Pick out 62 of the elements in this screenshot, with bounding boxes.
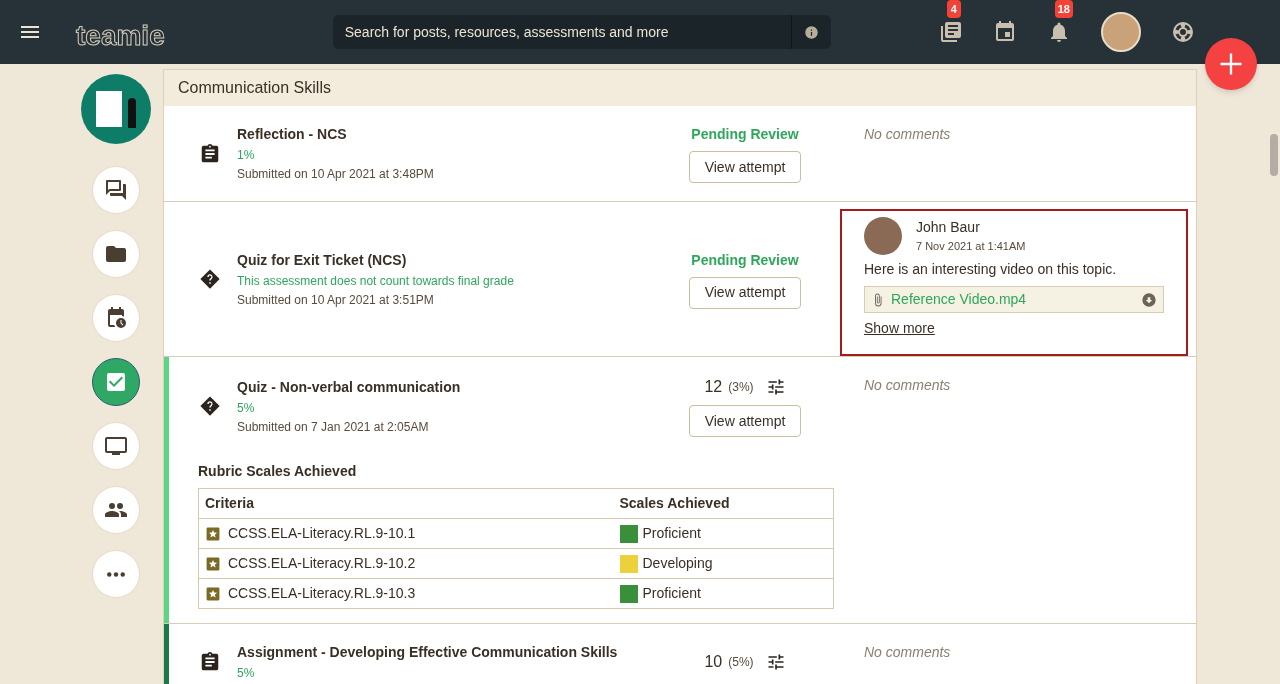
- score-percent: (3%): [728, 379, 754, 396]
- lifebuoy-icon: [1170, 20, 1195, 44]
- no-comments: No comments: [864, 644, 951, 660]
- section-title: Communication Skills: [178, 78, 331, 98]
- commenter-avatar: [864, 217, 902, 255]
- scale-level: Developing: [642, 554, 713, 573]
- no-comments: No comments: [864, 377, 951, 393]
- criterion: CCSS.ELA-Literacy.RL.9-10.3: [228, 584, 416, 603]
- clipboard-icon: [199, 651, 221, 673]
- info-button[interactable]: [790, 15, 831, 49]
- comment-text: Here is an interesting video on this topic.: [864, 260, 1118, 279]
- download-icon: [1141, 291, 1157, 308]
- scale-level: Proficient: [642, 524, 701, 543]
- question-diamond-icon: [199, 268, 221, 290]
- star-icon: [206, 556, 220, 571]
- question-diamond-icon: [199, 395, 221, 417]
- more-icon: [106, 571, 125, 577]
- score: 12: [704, 377, 723, 397]
- assessment-title[interactable]: Quiz for Exit Ticket (NCS): [237, 249, 689, 271]
- info-icon: [803, 24, 819, 40]
- review-status: Pending Review: [691, 250, 799, 270]
- assessment-title[interactable]: Quiz - Non-verbal communication: [237, 376, 689, 398]
- star-icon: [206, 586, 220, 601]
- column-header: Criteria: [198, 488, 620, 519]
- rubric-title: Rubric Scales Achieved: [198, 462, 358, 481]
- assessment-title[interactable]: Assignment - Developing Effective Communication Skills: [237, 642, 689, 663]
- grade-note: This assessment does not count towards final grade: [237, 272, 515, 290]
- no-comments: No comments: [864, 126, 951, 142]
- count-badge: 4: [946, 0, 961, 18]
- comment-author[interactable]: John Baur: [916, 217, 1026, 238]
- user-avatar[interactable]: [1100, 12, 1141, 52]
- view-attempt-button[interactable]: View attempt: [689, 405, 801, 437]
- help-button[interactable]: [1170, 20, 1195, 44]
- count-badge: 18: [1054, 0, 1073, 18]
- newsfeed-icon: [938, 20, 963, 44]
- scale-level: Proficient: [642, 584, 701, 603]
- comment-time: 7 Nov 2021 at 1:41AM: [916, 239, 1026, 254]
- monitor-icon: [103, 434, 128, 458]
- scrollbar-thumb: [1270, 134, 1278, 176]
- search-field[interactable]: Search for posts, resources, assessments and more: [332, 15, 791, 49]
- criterion: CCSS.ELA-Literacy.RL.9-10.1: [228, 524, 416, 543]
- grade-note: 5%: [237, 399, 256, 417]
- submitted-date: Submitted on 10 Apr 2021 at 3:48PM: [237, 166, 435, 183]
- add-button[interactable]: [1205, 38, 1257, 90]
- assessment-title[interactable]: Reflection - NCS: [237, 124, 689, 145]
- score-percent: (5%): [728, 654, 754, 671]
- column-header: Scales Achieved: [619, 488, 834, 519]
- show-more-link[interactable]: Show more: [864, 318, 935, 339]
- view-attempt-button[interactable]: View attempt: [689, 151, 801, 183]
- chat-bubbles-icon: [103, 178, 128, 202]
- score: 10: [704, 652, 723, 672]
- grade-note: 5%: [237, 665, 256, 682]
- star-icon: [206, 526, 220, 541]
- logo[interactable]: teamie: [74, 18, 167, 54]
- submitted-date: Submitted on 10 Apr 2021 at 3:51PM: [237, 291, 435, 309]
- criterion: CCSS.ELA-Literacy.RL.9-10.2: [228, 554, 416, 573]
- review-status: Pending Review: [691, 125, 799, 144]
- sidebar-item[interactable]: [91, 358, 140, 406]
- clipboard-icon: [199, 142, 221, 165]
- grade-note: 1%: [237, 147, 256, 164]
- submitted-date: Submitted on 7 Jan 2021 at 2:05AM: [237, 418, 430, 436]
- view-attempt-button[interactable]: View attempt: [689, 276, 801, 309]
